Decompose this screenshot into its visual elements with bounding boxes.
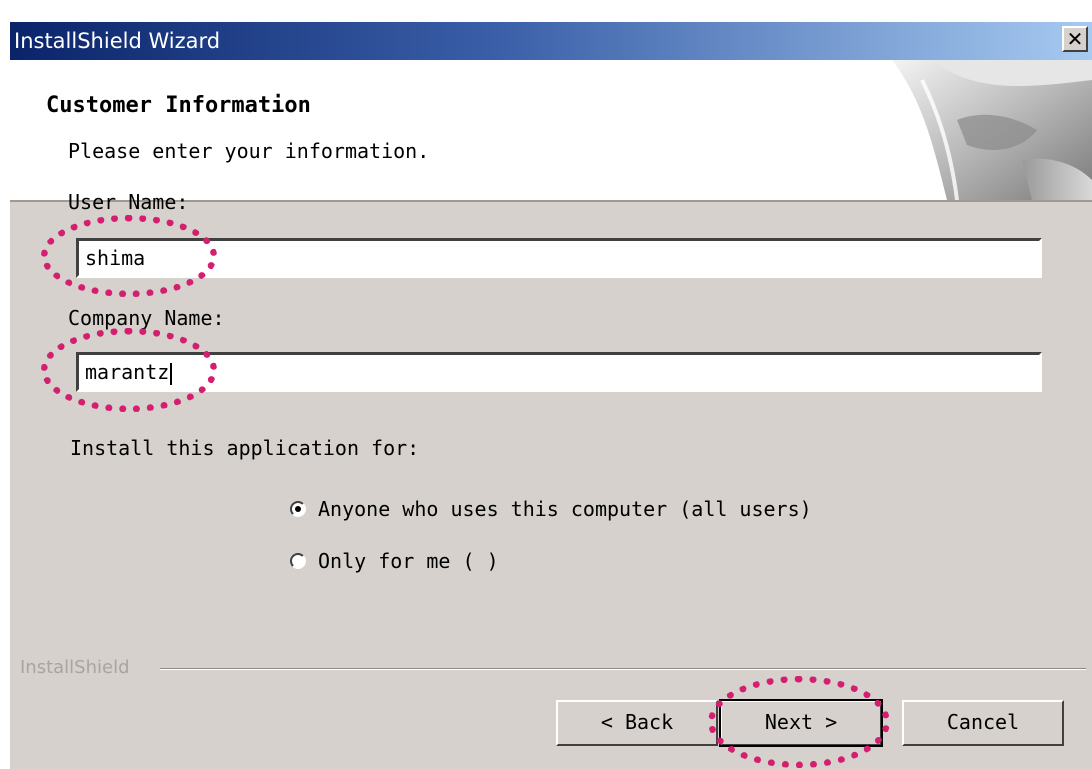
installshield-brand-label: InstallShield	[20, 657, 130, 678]
user-name-label: User Name:	[68, 190, 189, 214]
company-name-field[interactable]: marantz	[76, 352, 1042, 392]
radio-label-only-me: Only for me ( )	[318, 549, 499, 573]
text-caret	[170, 362, 173, 385]
header-panel: Customer Information Please enter your i…	[10, 60, 1092, 202]
radio-button-checked[interactable]	[290, 501, 306, 517]
back-button[interactable]: < Back	[556, 700, 718, 746]
company-name-value: marantz	[85, 360, 170, 384]
radio-option-all-users[interactable]: Anyone who uses this computer (all users…	[290, 494, 812, 524]
cancel-button[interactable]: Cancel	[902, 700, 1064, 746]
radio-label-all-users: Anyone who uses this computer (all users…	[318, 497, 812, 521]
radio-button-unchecked[interactable]	[290, 553, 306, 569]
footer-divider	[160, 668, 1086, 670]
install-for-label: Install this application for:	[70, 436, 420, 460]
window-title: InstallShield Wizard	[14, 29, 221, 53]
company-name-label: Company Name:	[68, 306, 225, 330]
title-bar[interactable]: InstallShield Wizard ✕	[10, 22, 1092, 60]
user-name-value: shima	[85, 246, 146, 270]
page-title: Customer Information	[46, 93, 311, 118]
installshield-logo-graphic	[892, 60, 1092, 200]
user-name-field[interactable]: shima	[76, 238, 1042, 278]
close-icon: ✕	[1066, 27, 1084, 51]
page-subtitle: Please enter your information.	[68, 139, 430, 163]
close-button[interactable]: ✕	[1062, 26, 1088, 52]
next-button[interactable]: Next >	[719, 699, 883, 747]
radio-option-only-me[interactable]: Only for me ( )	[290, 546, 499, 576]
installshield-window: InstallShield Wizard ✕ Customer Informat…	[10, 22, 1092, 769]
